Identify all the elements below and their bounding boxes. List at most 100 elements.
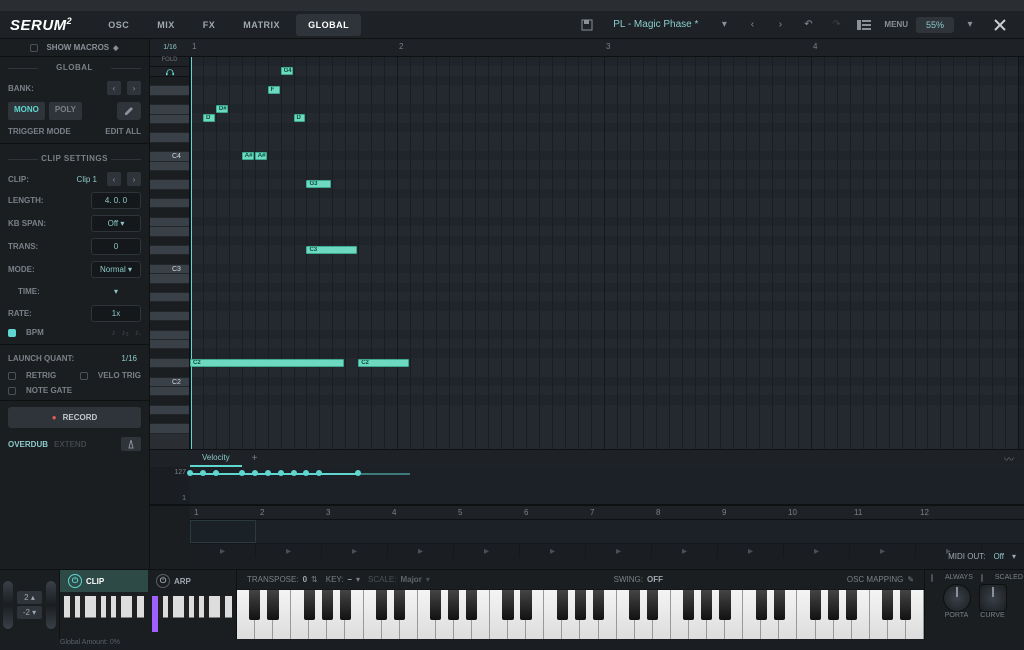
close-icon[interactable] — [986, 14, 1014, 36]
clip-play-cell[interactable]: ▸ — [388, 544, 454, 558]
preset-dropdown-icon[interactable]: ▾ — [712, 14, 736, 36]
tab-global[interactable]: GLOBAL — [296, 14, 361, 36]
fold-button[interactable]: FOLD — [150, 57, 189, 67]
clip-play-cell[interactable]: ▸ — [784, 544, 850, 558]
clip-play-cell[interactable]: ▸ — [718, 544, 784, 558]
clip-next-icon[interactable]: › — [127, 172, 141, 186]
main-keyboard[interactable] — [237, 590, 924, 639]
transpose-stepper-icon[interactable]: ⇅ — [311, 575, 318, 584]
browser-icon[interactable] — [852, 14, 876, 36]
transpose-value[interactable]: 0 — [303, 575, 307, 584]
clip-value[interactable]: Clip 1 — [73, 173, 101, 186]
mode-value[interactable]: Normal ▾ — [91, 261, 141, 278]
porta-knob[interactable] — [943, 584, 971, 612]
piano-roll-grid[interactable]: G4FD#DDA#A#3G3C3C2C2 — [190, 57, 1024, 449]
extend-button[interactable]: EXTEND — [54, 440, 86, 449]
curve-tool-icon[interactable]: 〰 — [267, 450, 1024, 467]
tab-osc[interactable]: OSC — [96, 14, 141, 36]
clip-play-cell[interactable]: ▸ — [586, 544, 652, 558]
octave-down[interactable]: -2 ▾ — [17, 606, 42, 619]
osc-mapping-button[interactable]: OSC MAPPING — [847, 575, 903, 584]
scale-value[interactable]: Major — [400, 575, 421, 584]
velocity-tab[interactable]: Velocity — [190, 450, 242, 467]
disk-icon[interactable] — [575, 14, 599, 36]
clip-play-cell[interactable]: ▸ — [652, 544, 718, 558]
retrig-check[interactable] — [8, 372, 16, 380]
swing-value[interactable]: OFF — [647, 575, 663, 584]
clip-prev-icon[interactable]: ‹ — [107, 172, 121, 186]
clip-play-cell[interactable]: ▸ — [454, 544, 520, 558]
trans-value[interactable]: 0 — [91, 238, 141, 255]
launch-value[interactable]: 1/16 — [117, 352, 141, 365]
show-macros-toggle[interactable]: SHOW MACROS◆ — [0, 39, 149, 57]
midi-note[interactable]: C3 — [306, 246, 357, 254]
pitch-wheel[interactable] — [3, 581, 13, 629]
midi-note[interactable]: D — [294, 114, 306, 122]
midi-note[interactable]: G3 — [306, 180, 331, 188]
dotted-icon[interactable]: ♪. — [135, 328, 141, 337]
overdub-button[interactable]: OVERDUB — [8, 440, 48, 449]
octave-up[interactable]: 2 ▴ — [17, 591, 42, 604]
zoom-dropdown-icon[interactable]: ▾ — [958, 14, 982, 36]
tab-matrix[interactable]: MATRIX — [231, 14, 292, 36]
velotrig-check[interactable] — [80, 372, 88, 380]
midi-note[interactable]: F — [268, 86, 280, 94]
triplet-icon[interactable]: ♪₃ — [122, 328, 129, 337]
zoom-value[interactable]: 55% — [916, 17, 954, 33]
scaled-check[interactable]: SCALED — [995, 574, 1023, 582]
midi-note[interactable]: C2 — [190, 359, 344, 367]
grid-division[interactable]: 1/16 — [150, 39, 190, 56]
clip-ruler[interactable]: 123456789101112 — [190, 506, 1024, 520]
clip-row-1[interactable] — [190, 520, 1024, 544]
undo-icon[interactable]: ↶ — [796, 14, 820, 36]
tab-fx[interactable]: FX — [191, 14, 228, 36]
midi-note[interactable]: D# — [216, 105, 228, 113]
metronome-icon[interactable] — [121, 437, 141, 451]
midi-note[interactable]: D — [203, 114, 215, 122]
notegate-check[interactable] — [8, 387, 16, 395]
rate-value[interactable]: 1x — [91, 305, 141, 322]
edit-all-label[interactable]: EDIT ALL — [105, 127, 141, 136]
clip-play-cell[interactable]: ▸ — [520, 544, 586, 558]
mono-button[interactable]: MONO — [8, 102, 45, 120]
midi-note[interactable]: A# — [242, 152, 254, 160]
tab-mix[interactable]: MIX — [145, 14, 187, 36]
clip-power-icon[interactable]: ⏻ — [68, 574, 82, 588]
clip-play-cell[interactable]: ▸ — [256, 544, 322, 558]
midi-note[interactable]: G4 — [281, 67, 293, 75]
time-value[interactable]: ▾ — [91, 284, 141, 299]
bpm-check[interactable] — [8, 329, 16, 337]
note-icon[interactable]: ♪ — [112, 328, 116, 337]
always-check[interactable]: ALWAYS — [945, 574, 973, 582]
clip-play-cell[interactable]: ▸ — [322, 544, 388, 558]
bank-next-icon[interactable]: › — [127, 81, 141, 95]
clip-mini-keyboard[interactable] — [64, 596, 144, 632]
curve-knob[interactable] — [979, 584, 1007, 612]
kbspan-value[interactable]: Off ▾ — [91, 215, 141, 232]
edit-icon[interactable] — [117, 102, 141, 120]
clip-play-cell[interactable]: ▸ — [850, 544, 916, 558]
timeline-ruler[interactable]: 1234 — [190, 39, 1024, 56]
preset-name[interactable]: PL - Magic Phase * — [603, 15, 708, 34]
preset-next-icon[interactable]: › — [768, 14, 792, 36]
clip-play-cell[interactable]: ▸ — [190, 544, 256, 558]
arp-mini-keyboard[interactable] — [152, 596, 232, 632]
headphones-icon[interactable] — [150, 67, 189, 77]
arp-section-tab[interactable]: ⏻ ARP — [148, 570, 236, 592]
bank-prev-icon[interactable]: ‹ — [107, 81, 121, 95]
poly-button[interactable]: POLY — [49, 102, 82, 120]
clip-section-tab[interactable]: ⏻ CLIP — [60, 570, 148, 592]
menu-button[interactable]: MENU — [880, 14, 912, 36]
velocity-lane[interactable] — [190, 467, 1024, 504]
arp-power-icon[interactable]: ⏻ — [156, 574, 170, 588]
mod-wheel[interactable] — [46, 581, 56, 629]
length-value[interactable]: 4. 0. 0 — [91, 192, 141, 209]
midi-out-value[interactable]: Off — [993, 552, 1004, 561]
pencil-icon[interactable]: ✎ — [907, 575, 914, 584]
midi-note[interactable]: C2 — [358, 359, 409, 367]
midi-out-dropdown-icon[interactable]: ▾ — [1012, 552, 1016, 561]
key-value[interactable]: – — [348, 575, 352, 584]
redo-icon[interactable]: ↷ — [824, 14, 848, 36]
preset-prev-icon[interactable]: ‹ — [740, 14, 764, 36]
add-lane-icon[interactable]: + — [242, 450, 268, 467]
